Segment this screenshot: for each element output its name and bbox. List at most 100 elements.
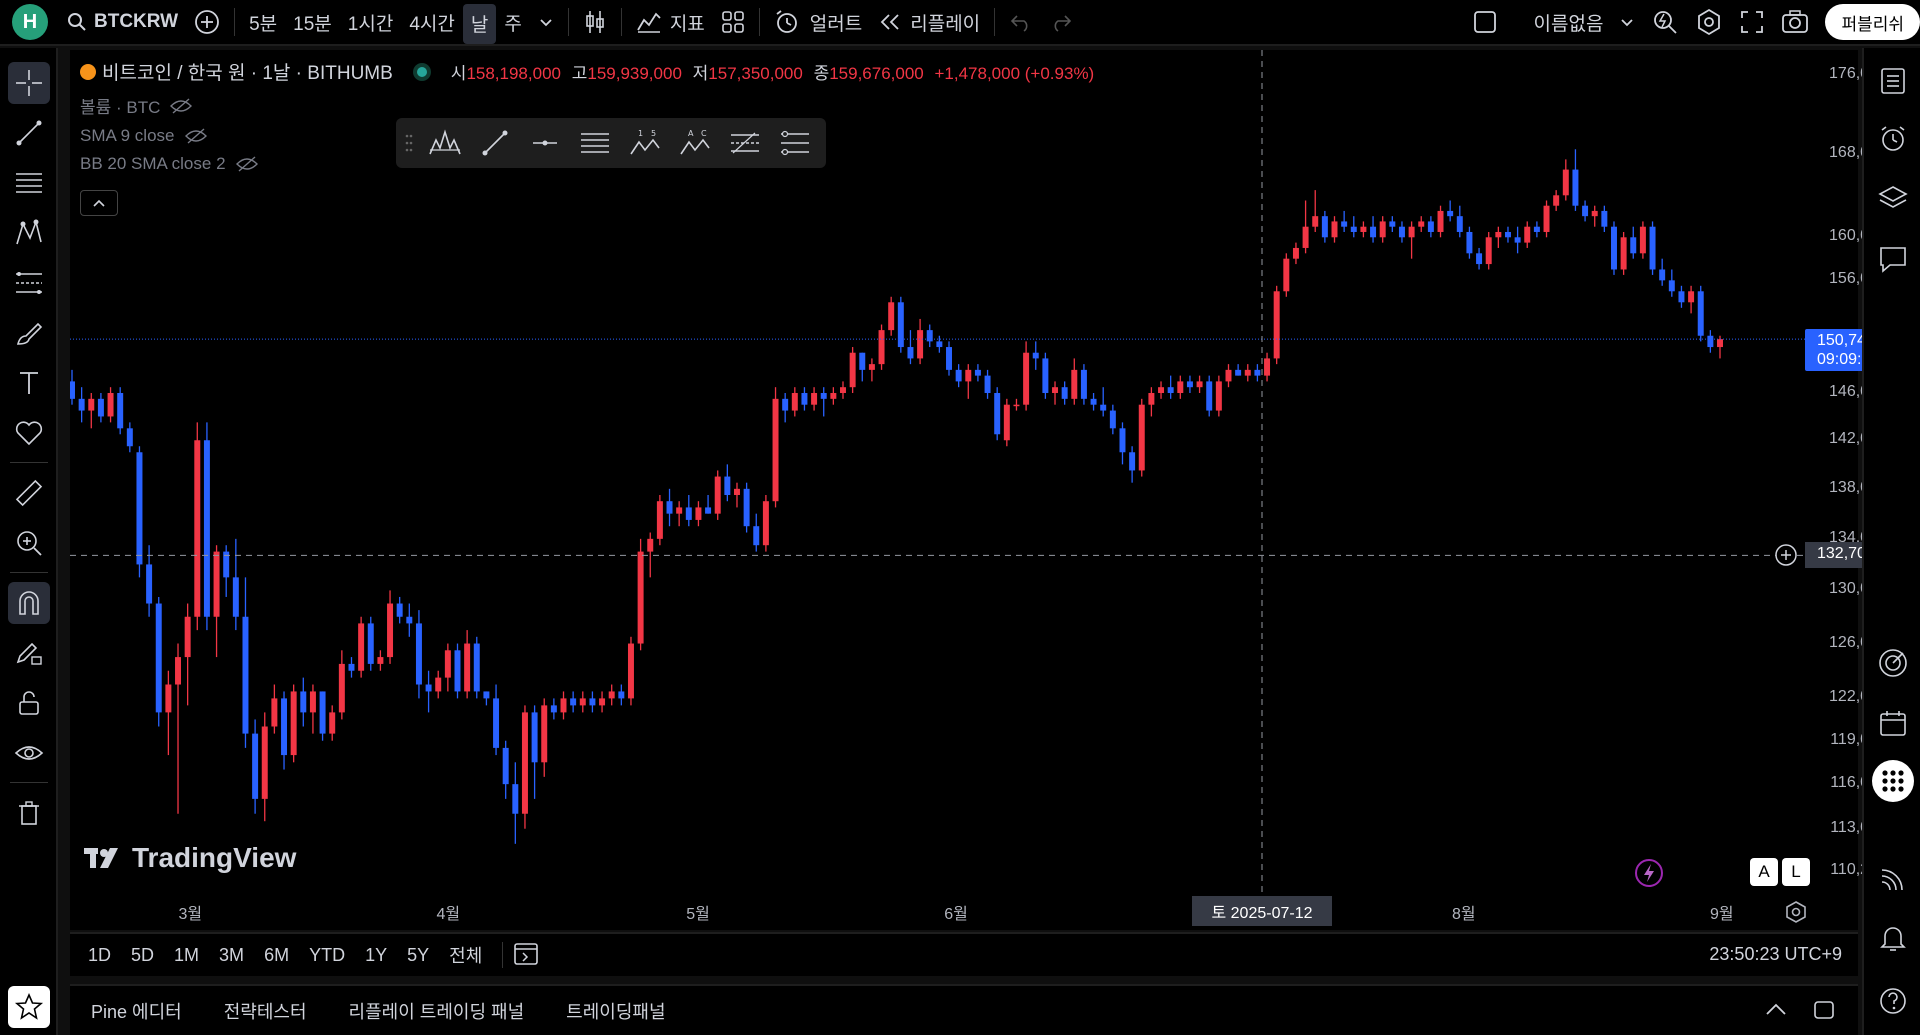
measure-tool[interactable] bbox=[8, 472, 50, 514]
layout-dropdown[interactable] bbox=[1611, 0, 1643, 45]
bolt-icon[interactable] bbox=[1634, 858, 1664, 888]
indicators-button[interactable]: 지표 bbox=[628, 0, 713, 45]
abcd-pattern-tool[interactable]: AC bbox=[676, 124, 714, 162]
chart-pane[interactable]: 비트코인 / 한국 원 · 1날 · BITHUMB 시158,198,000 … bbox=[70, 50, 1920, 930]
legend-collapse-button[interactable] bbox=[80, 190, 118, 216]
candle bbox=[1398, 221, 1405, 243]
publish-button[interactable]: 퍼블리쉬 bbox=[1825, 4, 1920, 40]
remove-drawings-tool[interactable] bbox=[8, 792, 50, 834]
timezone-clock[interactable]: 23:50:23 UTC+9 bbox=[1709, 944, 1842, 965]
icon-tool[interactable] bbox=[8, 412, 50, 454]
pattern-tool[interactable] bbox=[8, 212, 50, 254]
alert-button[interactable]: 얼러트 bbox=[766, 0, 870, 45]
redo-icon bbox=[1054, 15, 1072, 32]
snapshot-button[interactable] bbox=[1773, 0, 1817, 45]
fib-retracement-tool[interactable] bbox=[726, 124, 764, 162]
trend-line-icon bbox=[16, 120, 42, 146]
interval-dropdown[interactable] bbox=[530, 0, 562, 45]
symbol-title[interactable]: 비트코인 / 한국 원 · 1날 · BITHUMB bbox=[102, 58, 393, 85]
range-ytd[interactable]: YTD bbox=[299, 945, 355, 966]
symbol-search[interactable]: BTCKRW bbox=[58, 0, 186, 45]
calendar-button[interactable] bbox=[1872, 702, 1914, 744]
line-tool[interactable] bbox=[476, 124, 514, 162]
zoom-tool[interactable] bbox=[8, 522, 50, 564]
tab-trading-panel[interactable]: 트레이딩패널 bbox=[545, 998, 686, 1024]
interval-5m[interactable]: 5분 bbox=[241, 0, 285, 45]
rewind-icon bbox=[880, 14, 899, 30]
candle bbox=[1360, 221, 1367, 238]
range-5y[interactable]: 5Y bbox=[397, 945, 439, 966]
candle bbox=[1148, 387, 1155, 417]
compare-symbol-button[interactable] bbox=[186, 0, 228, 45]
candle bbox=[97, 393, 104, 423]
interval-1w[interactable]: 주 bbox=[496, 0, 529, 45]
volume-indicator[interactable]: 볼륨 · BTC bbox=[80, 93, 1094, 118]
interval-15m[interactable]: 15분 bbox=[285, 0, 340, 45]
range-6m[interactable]: 6M bbox=[254, 945, 299, 966]
range-3m[interactable]: 3M bbox=[209, 945, 254, 966]
favorites-tool[interactable] bbox=[8, 986, 50, 1028]
watchlist-button[interactable] bbox=[1872, 60, 1914, 102]
undo-button[interactable] bbox=[1001, 0, 1041, 45]
head-shoulders-tool[interactable] bbox=[426, 124, 464, 162]
alerts-panel-button[interactable] bbox=[1872, 118, 1914, 160]
chevron-up-icon[interactable] bbox=[1764, 998, 1788, 1022]
interval-1d[interactable]: 날 bbox=[462, 3, 497, 44]
time-tick-label: 8월 bbox=[1451, 906, 1476, 923]
interval-1h[interactable]: 1시간 bbox=[340, 0, 402, 45]
text-tool[interactable] bbox=[8, 362, 50, 404]
log-scale-button[interactable]: L bbox=[1782, 858, 1810, 886]
interval-4h[interactable]: 4시간 bbox=[401, 0, 463, 45]
redo-button[interactable] bbox=[1041, 0, 1081, 45]
add-alert-plus-icon[interactable] bbox=[1773, 542, 1799, 568]
magnet-tool[interactable] bbox=[8, 582, 50, 624]
ideas-button[interactable] bbox=[1872, 642, 1914, 684]
chart-type-button[interactable] bbox=[575, 0, 615, 45]
goto-date-button[interactable] bbox=[513, 940, 541, 971]
replay-button[interactable]: 리플레이 bbox=[870, 0, 988, 45]
apps-button[interactable] bbox=[1872, 760, 1914, 802]
user-avatar[interactable]: H bbox=[12, 4, 48, 40]
parallel-channel-tool[interactable] bbox=[576, 124, 614, 162]
tab-replay-trading[interactable]: 리플레이 트레이딩 패널 bbox=[328, 998, 546, 1024]
range-1m[interactable]: 1M bbox=[164, 945, 209, 966]
lock-drawings-tool[interactable] bbox=[8, 682, 50, 724]
brush-tool[interactable] bbox=[8, 312, 50, 354]
templates-button[interactable] bbox=[713, 0, 753, 45]
chat-button[interactable] bbox=[1872, 238, 1914, 280]
time-axis[interactable]: 3월4월5월6월7월8월9월 bbox=[70, 892, 1858, 930]
quick-search-button[interactable] bbox=[1643, 0, 1687, 45]
hide-drawings-tool[interactable] bbox=[8, 732, 50, 774]
crosshair-tool[interactable] bbox=[8, 62, 50, 104]
fib-tool[interactable] bbox=[8, 162, 50, 204]
layout-select-button[interactable] bbox=[1464, 0, 1506, 45]
auto-scale-button[interactable]: A bbox=[1750, 858, 1778, 886]
tab-strategy-tester[interactable]: 전략테스터 bbox=[203, 998, 328, 1024]
notifications-button[interactable] bbox=[1872, 916, 1914, 958]
candle bbox=[1331, 216, 1338, 243]
range-1d[interactable]: 1D bbox=[78, 945, 121, 966]
candlestick-chart[interactable] bbox=[70, 50, 1858, 930]
elliott-wave-tool[interactable]: 15 bbox=[626, 124, 664, 162]
object-tree-button[interactable] bbox=[1872, 178, 1914, 220]
streams-button[interactable] bbox=[1872, 858, 1914, 900]
horizontal-ray-tool[interactable] bbox=[526, 124, 564, 162]
chevron-up-icon bbox=[93, 199, 105, 207]
range-all[interactable]: 전체 bbox=[439, 942, 492, 968]
settings-button[interactable] bbox=[1687, 0, 1731, 45]
range-1y[interactable]: 1Y bbox=[355, 945, 397, 966]
maximize-panel-icon[interactable] bbox=[1812, 998, 1836, 1022]
tab-pine-editor[interactable]: Pine 에디터 bbox=[70, 998, 203, 1024]
candle bbox=[290, 684, 297, 763]
fullscreen-button[interactable] bbox=[1731, 0, 1773, 45]
help-button[interactable] bbox=[1872, 980, 1914, 1022]
trend-line-tool[interactable] bbox=[8, 112, 50, 154]
tradingview-logo[interactable]: TradingView bbox=[84, 842, 296, 874]
layout-name[interactable]: 이름없음 bbox=[1526, 0, 1612, 45]
drag-handle-icon[interactable] bbox=[404, 124, 414, 162]
projection-tool[interactable] bbox=[8, 262, 50, 304]
stay-drawing-tool[interactable] bbox=[8, 632, 50, 674]
range-5d[interactable]: 5D bbox=[121, 945, 164, 966]
gear-icon[interactable] bbox=[1784, 900, 1808, 924]
fib-extension-tool[interactable] bbox=[776, 124, 814, 162]
